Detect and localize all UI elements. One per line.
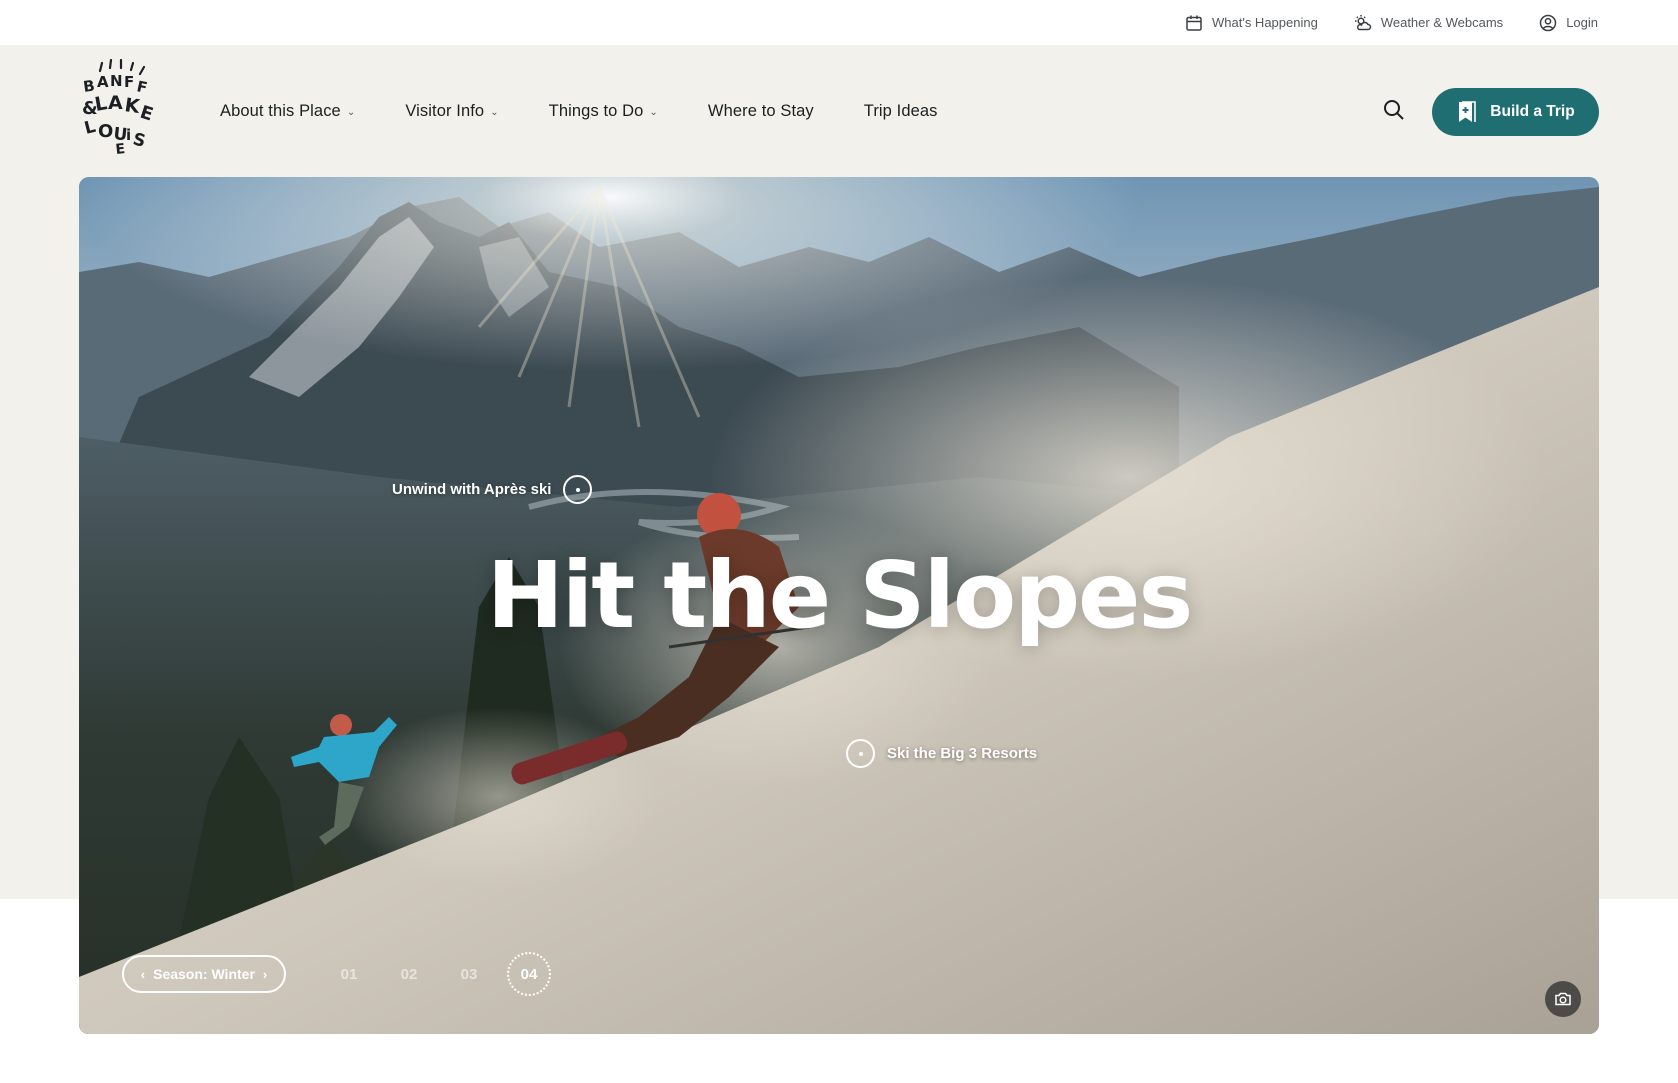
calendar-icon [1186,15,1202,31]
slide-tab-01[interactable]: 01 [319,952,379,996]
search-icon [1384,100,1404,120]
hotspot-dot-icon [846,739,875,768]
main-navigation: B A N F F & L A K E L O U i S E About th… [0,45,1678,178]
hero-title: Hit the Slopes [486,542,1193,649]
svg-text:L: L [93,92,109,116]
bookmark-plus-icon [1459,101,1477,122]
nav-item-label: Things to Do [548,102,644,120]
nav-item-label: Visitor Info [405,102,485,120]
chevron-down-icon: ⌄ [490,107,499,118]
hotspot-label: Ski the Big 3 Resorts [887,745,1038,762]
nav-item-label: Trip Ideas [863,102,938,120]
svg-text:N: N [110,72,123,90]
camera-icon [1555,992,1571,1006]
primary-nav-links: About this Place ⌄ Visitor Info ⌄ Things… [220,45,938,178]
nav-visitor-info[interactable]: Visitor Info ⌄ [405,102,498,121]
slide-tab-04[interactable]: 04 [507,952,551,996]
search-button[interactable] [1383,99,1409,125]
chevron-left-icon: ‹ [140,966,146,982]
chevron-right-icon: › [262,966,268,982]
chevron-down-icon: ⌄ [649,107,658,118]
season-label: Season: Winter [153,966,255,982]
svg-text:A: A [97,73,109,91]
hotspot-apres-ski[interactable]: Unwind with Après ski [392,475,593,504]
weather-icon [1354,14,1372,30]
build-a-trip-label: Build a Trip [1490,103,1575,120]
svg-text:i: i [126,126,131,144]
login-link[interactable]: Login [1539,14,1598,32]
svg-text:B: B [82,77,96,96]
whats-happening-link[interactable]: What's Happening [1185,14,1318,32]
season-toggle-button[interactable]: ‹ Season: Winter › [122,955,286,993]
slide-tab-02[interactable]: 02 [379,952,439,996]
utility-bar: What's Happening Weather & Webcams Login [0,0,1678,45]
weather-webcams-link[interactable]: Weather & Webcams [1354,14,1503,32]
nav-where-to-stay[interactable]: Where to Stay [708,102,814,121]
hero-carousel: Unwind with Après ski Hit the Slopes Ski… [79,177,1599,1034]
svg-text:O: O [98,121,113,142]
slide-pagination: 01 02 03 04 [319,952,551,996]
hotspot-label: Unwind with Après ski [392,481,552,498]
svg-text:E: E [137,102,155,126]
svg-text:S: S [131,129,148,151]
svg-text:F: F [124,73,134,91]
svg-text:A: A [108,92,123,114]
svg-text:E: E [115,141,126,157]
weather-webcams-label: Weather & Webcams [1380,15,1504,30]
svg-text:F: F [135,77,149,97]
photo-credit-button[interactable] [1545,981,1581,1017]
svg-text:L: L [82,117,98,139]
nav-item-label: Where to Stay [707,102,814,120]
login-label: Login [1566,15,1598,30]
banff-lake-louise-logo[interactable]: B A N F F & L A K E L O U i S E [80,59,160,157]
nav-things-to-do[interactable]: Things to Do ⌄ [549,102,658,121]
slide-tab-03[interactable]: 03 [439,952,499,996]
hotspot-big-3-resorts[interactable]: Ski the Big 3 Resorts [846,739,1037,768]
whats-happening-label: What's Happening [1212,15,1318,30]
build-a-trip-button[interactable]: Build a Trip [1432,88,1599,136]
nav-item-label: About this Place [220,102,341,120]
nav-trip-ideas[interactable]: Trip Ideas [864,102,938,121]
nav-about-this-place[interactable]: About this Place ⌄ [220,102,355,121]
hotspot-dot-icon [563,475,593,504]
user-circle-icon [1539,14,1557,31]
chevron-down-icon: ⌄ [346,107,356,118]
